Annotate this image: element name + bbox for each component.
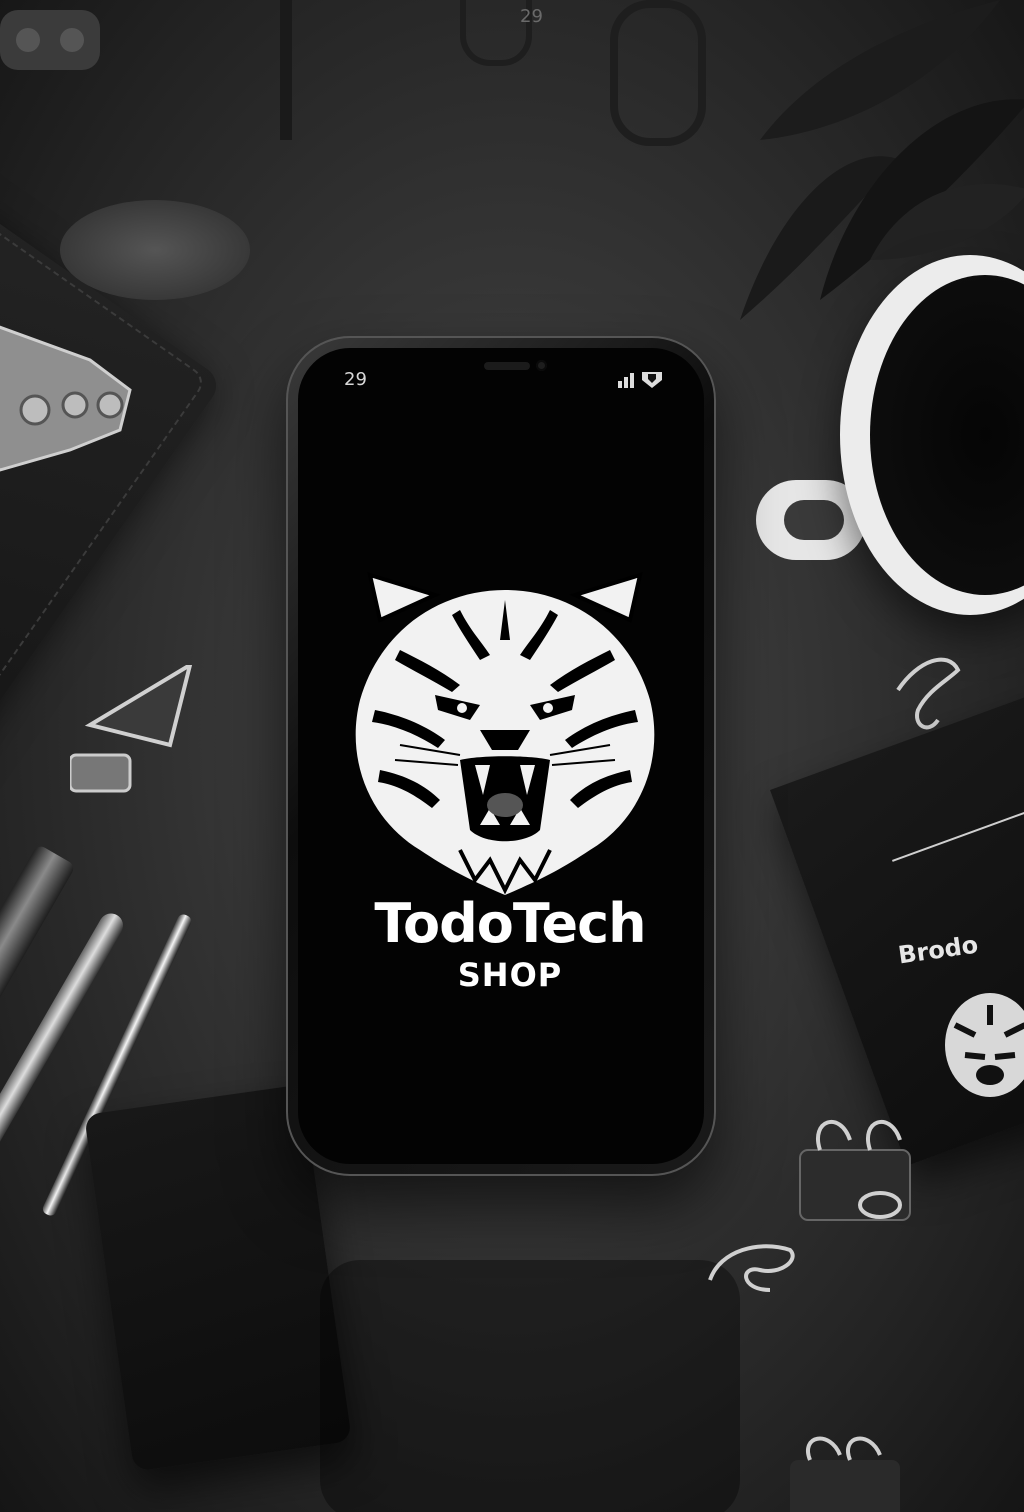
- brand-title: TodoTech: [374, 892, 646, 955]
- strap: [280, 0, 292, 140]
- signal-icon: [618, 372, 662, 388]
- speaker-grille: [484, 362, 530, 370]
- coin: [60, 200, 250, 300]
- pliers-icon: [0, 10, 100, 70]
- binder-clip-icon: [70, 665, 193, 793]
- mug-handle-inner: [784, 500, 844, 540]
- metal-tool-icon: [0, 325, 132, 472]
- tiger-head-icon: [355, 572, 655, 895]
- ring: [610, 0, 706, 146]
- binder-clip-icon: [790, 1436, 900, 1512]
- binder-clip-icon: [799, 1119, 911, 1221]
- front-camera-icon: [536, 360, 547, 371]
- tiger-emblem-icon: [945, 993, 1024, 1097]
- top-number: 29: [520, 6, 543, 27]
- desk-scene: 29 Brodo 29 TodoTech SHOP: [0, 0, 1024, 1512]
- status-time: 29: [344, 369, 367, 390]
- brand-subtitle: SHOP: [457, 956, 563, 994]
- paperclip-icon: [708, 1244, 795, 1292]
- bottom-shadow: [320, 1260, 740, 1512]
